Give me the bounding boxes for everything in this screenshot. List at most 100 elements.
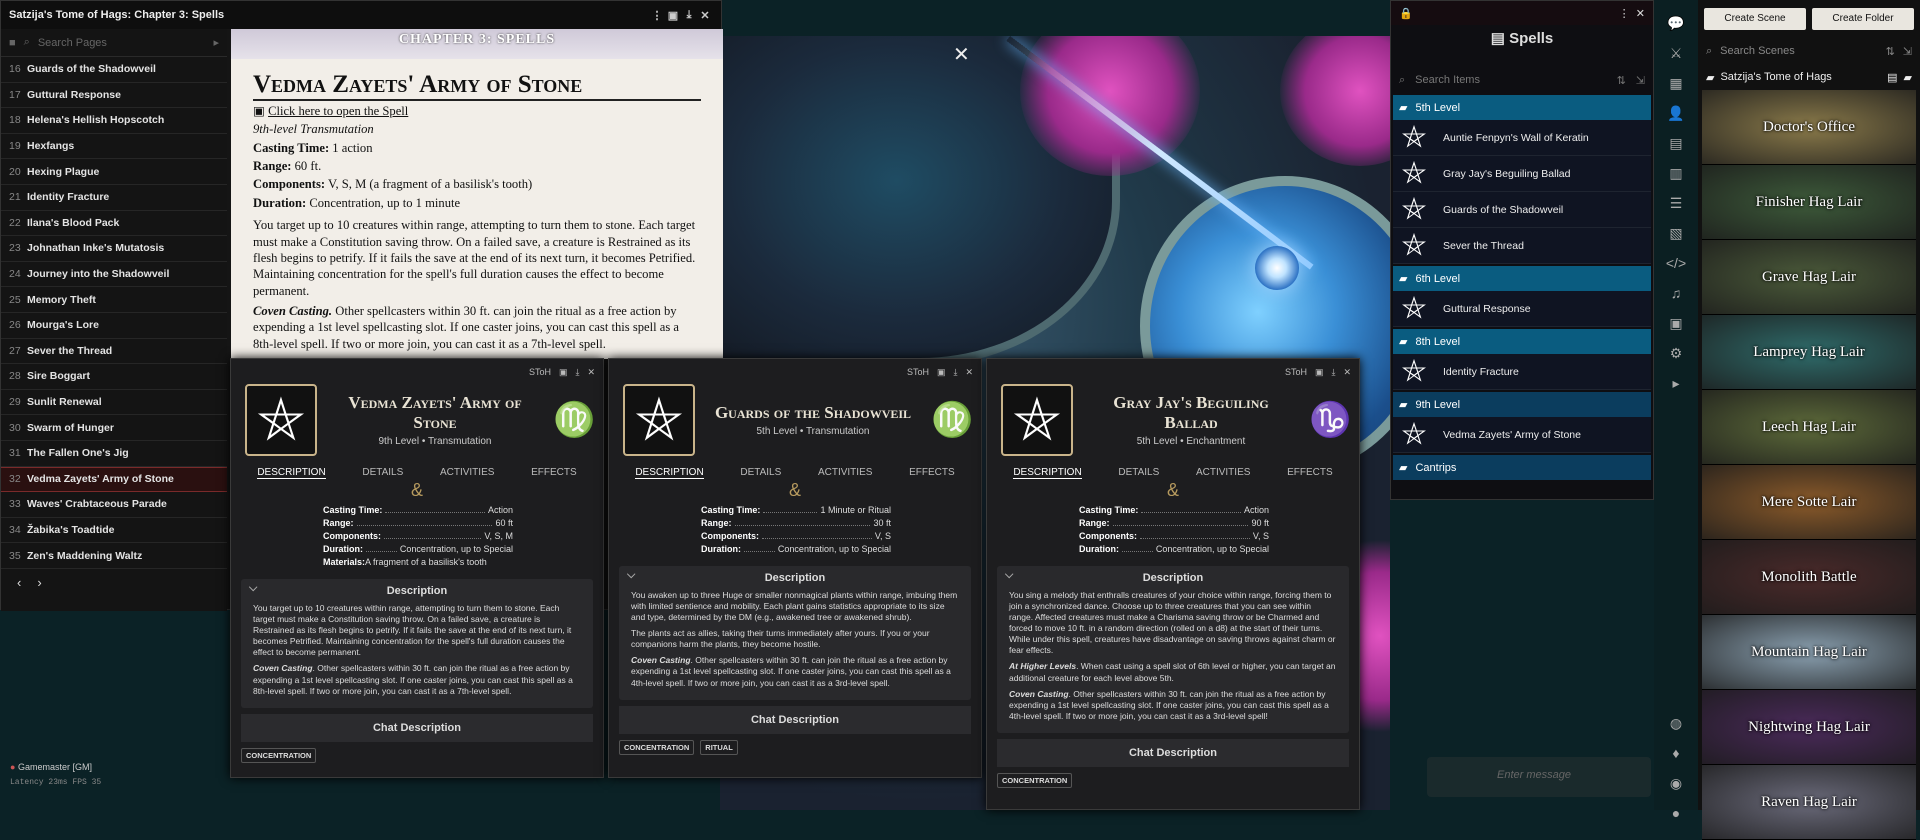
tab-details[interactable]: DETAILS (740, 467, 781, 479)
page-item[interactable]: 19 Hexfangs (1, 134, 227, 160)
chat-input[interactable]: Enter message (1427, 757, 1651, 797)
search-input[interactable]: Search Scenes (1720, 45, 1795, 57)
page-item[interactable]: 28 Sire Boggart (1, 364, 227, 390)
folder-cantrips[interactable]: ▰ Cantrips (1393, 455, 1651, 480)
item-search[interactable]: ⌕ Search Items ⇅ ⇲ (1391, 67, 1653, 93)
scene-item[interactable]: Leech Hag Lair (1702, 390, 1916, 465)
menu-icon[interactable]: ⋮ (649, 9, 665, 22)
download-icon[interactable]: ⤓ (1331, 367, 1335, 378)
page-item[interactable]: 22 Ilana's Blood Pack (1, 211, 227, 237)
page-item[interactable]: 16 Guards of the Shadowveil (1, 57, 227, 83)
spell-item[interactable]: ⛤ Identity Fracture (1393, 354, 1651, 390)
spell-item[interactable]: ⛤ Vedma Zayets' Army of Stone (1393, 417, 1651, 453)
chat-description-toggle[interactable]: Chat Description (619, 705, 971, 734)
page-item[interactable]: 30 Swarm of Hunger (1, 415, 227, 441)
sort-icon[interactable]: ⇅ (1886, 45, 1895, 58)
folder-level[interactable]: ▰ 6th Level (1393, 266, 1651, 291)
pentagram-icon[interactable]: ⛤ (623, 384, 695, 456)
tab-activities[interactable]: ACTIVITIES (440, 467, 494, 479)
close-icon[interactable]: ✕ (587, 367, 595, 378)
sheet-titlebar[interactable]: SToH ▣ ⤓ ✕ (231, 359, 603, 385)
tab-effects[interactable]: EFFECTS (909, 467, 955, 479)
folder-level[interactable]: ▰ 9th Level (1393, 392, 1651, 417)
spell-item[interactable]: ⛤ Gray Jay's Beguiling Ballad (1393, 156, 1651, 192)
sheet-titlebar[interactable]: SToH ▣ ⤓ ✕ (987, 359, 1359, 385)
scene-item[interactable]: Finisher Hag Lair (1702, 165, 1916, 240)
bell-icon[interactable]: ♦ (1654, 738, 1698, 768)
close-icon[interactable]: ✕ (965, 367, 973, 378)
items-tab-icon[interactable]: ▤ (1654, 128, 1698, 158)
spell-name[interactable]: Guards of the Shadowveil (707, 403, 919, 423)
open-spell-link[interactable]: Click here to open the Spell (268, 104, 408, 118)
user-icon[interactable]: ● (1654, 798, 1698, 828)
next-page-icon[interactable]: › (37, 575, 41, 590)
spell-item[interactable]: ⛤ Sever the Thread (1393, 228, 1651, 264)
spell-item[interactable]: ⛤ Guards of the Shadowveil (1393, 192, 1651, 228)
create-scene-button[interactable]: Create Scene (1704, 8, 1806, 30)
combat-tab-icon[interactable]: ⚔ (1654, 38, 1698, 68)
page-item[interactable]: 21 Identity Fracture (1, 185, 227, 211)
journal-tab-icon[interactable]: ▥ (1654, 158, 1698, 188)
page-item[interactable]: 17 Guttural Response (1, 83, 227, 109)
new-scene-icon[interactable]: ▤ (1887, 71, 1897, 84)
tab-description[interactable]: DESCRIPTION (635, 467, 704, 479)
page-item[interactable]: 29 Sunlit Renewal (1, 390, 227, 416)
chat-tab-icon[interactable]: 💬 (1654, 8, 1698, 38)
tab-details[interactable]: DETAILS (362, 467, 403, 479)
page-item[interactable]: 27 Sever the Thread (1, 339, 227, 365)
menu-icon[interactable]: ⋮ (1619, 8, 1630, 20)
page-item[interactable]: 31 The Fallen One's Jig (1, 441, 227, 467)
journal-titlebar[interactable]: Satzija's Tome of Hags: Chapter 3: Spell… (1, 1, 721, 29)
spell-name[interactable]: Gray Jay's Beguiling Ballad (1085, 393, 1297, 432)
sheet-icon[interactable]: ▣ (559, 367, 568, 378)
pentagram-icon[interactable]: ⛤ (1001, 384, 1073, 456)
actors-tab-icon[interactable]: 👤 (1654, 98, 1698, 128)
create-folder-button[interactable]: Create Folder (1812, 8, 1914, 30)
page-item[interactable]: 34 Žabika's Toadtide (1, 518, 227, 544)
macros-tab-icon[interactable]: </> (1654, 248, 1698, 278)
page-item[interactable]: 32 Vedma Zayets' Army of Stone (1, 466, 227, 493)
page-item[interactable]: 20 Hexing Plague (1, 159, 227, 185)
description-toggle[interactable]: Description (241, 579, 593, 603)
scene-item[interactable]: Grave Hag Lair (1702, 240, 1916, 315)
lock-icon[interactable]: 🔒 (1399, 7, 1413, 20)
download-icon[interactable]: ⤓ (953, 367, 957, 378)
chat-description-toggle[interactable]: Chat Description (241, 713, 593, 742)
close-icon[interactable]: ✕ (953, 42, 970, 67)
collapse-all-icon[interactable]: ⇲ (1903, 45, 1912, 58)
search-input[interactable]: Search Items (1415, 74, 1480, 86)
folder-level[interactable]: ▰ 8th Level (1393, 329, 1651, 354)
eye-icon[interactable]: ◉ (1654, 768, 1698, 798)
page-item[interactable]: 25 Memory Theft (1, 287, 227, 313)
description-toggle[interactable]: Description (997, 566, 1349, 590)
sheet-icon[interactable]: ▣ (1315, 367, 1324, 378)
page-item[interactable]: 35 Zen's Maddening Waltz (1, 543, 227, 569)
spells-titlebar[interactable]: 🔒 ⋮ ✕ (1391, 1, 1653, 25)
pentagram-icon[interactable]: ⛤ (245, 384, 317, 456)
tab-description[interactable]: DESCRIPTION (257, 467, 326, 479)
page-item[interactable]: 24 Journey into the Shadowveil (1, 262, 227, 288)
close-icon[interactable]: ✕ (1636, 8, 1645, 20)
tab-effects[interactable]: EFFECTS (1287, 467, 1333, 479)
collapse-icon[interactable]: ▸ (213, 36, 219, 49)
page-search[interactable]: ■ ⌕ Search Pages ▸ (1, 29, 227, 57)
scene-item[interactable]: Nightwing Hag Lair (1702, 690, 1916, 765)
toggle-sidebar-icon[interactable]: ■ (9, 37, 16, 49)
scene-item[interactable]: Doctor's Office (1702, 90, 1916, 165)
spell-item[interactable]: ⛤ Guttural Response (1393, 291, 1651, 327)
page-item[interactable]: 26 Mourga's Lore (1, 313, 227, 339)
prev-page-icon[interactable]: ‹ (17, 575, 21, 590)
folder-level[interactable]: ▰ 5th Level (1393, 95, 1651, 120)
scene-item[interactable]: Raven Hag Lair (1702, 765, 1916, 840)
spell-item[interactable]: ⛤ Auntie Fenpyn's Wall of Keratin (1393, 120, 1651, 156)
close-icon[interactable]: ✕ (1343, 367, 1351, 378)
new-folder-icon[interactable]: ▰ (1904, 71, 1912, 84)
tab-activities[interactable]: ACTIVITIES (818, 467, 872, 479)
spell-name[interactable]: Vedma Zayets' Army of Stone (329, 393, 541, 432)
download-icon[interactable]: ⤓ (681, 9, 697, 22)
compendium-tab-icon[interactable]: ▣ (1654, 308, 1698, 338)
collapse-tab-icon[interactable]: ▸ (1654, 368, 1698, 398)
tab-activities[interactable]: ACTIVITIES (1196, 467, 1250, 479)
scene-item[interactable]: Monolith Battle (1702, 540, 1916, 615)
page-item[interactable]: 18 Helena's Hellish Hopscotch (1, 108, 227, 134)
